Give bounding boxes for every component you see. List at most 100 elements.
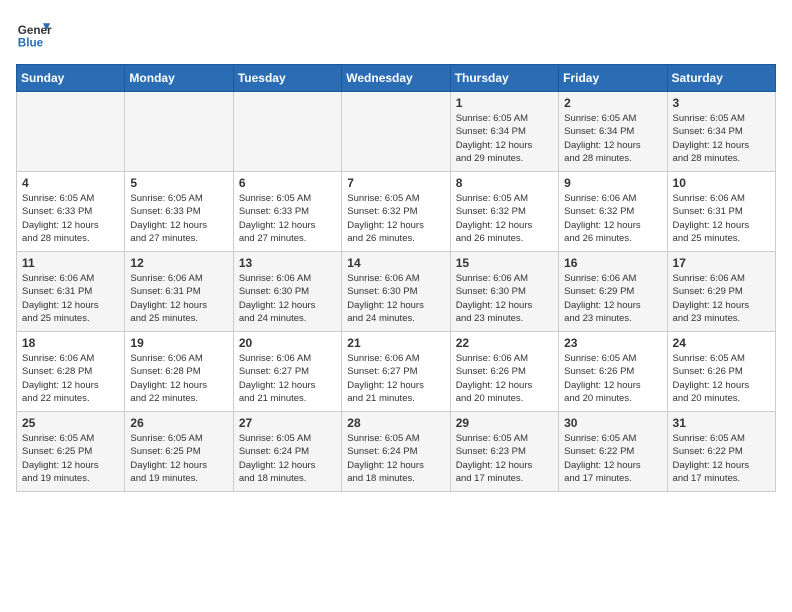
- day-info: Sunrise: 6:06 AM Sunset: 6:28 PM Dayligh…: [22, 352, 119, 405]
- column-header-thursday: Thursday: [450, 65, 558, 92]
- calendar-cell: 21 Sunrise: 6:06 AM Sunset: 6:27 PM Dayli…: [342, 332, 450, 412]
- day-info: Sunrise: 6:05 AM Sunset: 6:23 PM Dayligh…: [456, 432, 553, 485]
- day-info: Sunrise: 6:06 AM Sunset: 6:31 PM Dayligh…: [22, 272, 119, 325]
- day-number: 19: [130, 336, 227, 350]
- calendar-cell: [342, 92, 450, 172]
- calendar-header-row: SundayMondayTuesdayWednesdayThursdayFrid…: [17, 65, 776, 92]
- day-info: Sunrise: 6:05 AM Sunset: 6:33 PM Dayligh…: [22, 192, 119, 245]
- calendar-cell: 25 Sunrise: 6:05 AM Sunset: 6:25 PM Dayli…: [17, 412, 125, 492]
- day-number: 21: [347, 336, 444, 350]
- column-header-saturday: Saturday: [667, 65, 775, 92]
- calendar-cell: 3Sunrise: 6:05 AM Sunset: 6:34 PM Daylig…: [667, 92, 775, 172]
- day-info: Sunrise: 6:06 AM Sunset: 6:27 PM Dayligh…: [347, 352, 444, 405]
- calendar-cell: 22 Sunrise: 6:06 AM Sunset: 6:26 PM Dayli…: [450, 332, 558, 412]
- day-info: Sunrise: 6:05 AM Sunset: 6:25 PM Dayligh…: [22, 432, 119, 485]
- day-number: 2: [564, 96, 661, 110]
- calendar-cell: 24Sunrise: 6:05 AM Sunset: 6:26 PM Dayli…: [667, 332, 775, 412]
- calendar-cell: [233, 92, 341, 172]
- day-info: Sunrise: 6:05 AM Sunset: 6:34 PM Dayligh…: [564, 112, 661, 165]
- day-info: Sunrise: 6:05 AM Sunset: 6:33 PM Dayligh…: [130, 192, 227, 245]
- day-number: 18: [22, 336, 119, 350]
- day-info: Sunrise: 6:06 AM Sunset: 6:26 PM Dayligh…: [456, 352, 553, 405]
- calendar-cell: 28 Sunrise: 6:05 AM Sunset: 6:24 PM Dayli…: [342, 412, 450, 492]
- day-info: Sunrise: 6:05 AM Sunset: 6:25 PM Dayligh…: [130, 432, 227, 485]
- day-info: Sunrise: 6:05 AM Sunset: 6:26 PM Dayligh…: [673, 352, 770, 405]
- calendar-cell: 16 Sunrise: 6:06 AM Sunset: 6:29 PM Dayli…: [559, 252, 667, 332]
- column-header-friday: Friday: [559, 65, 667, 92]
- day-number: 9: [564, 176, 661, 190]
- day-number: 14: [347, 256, 444, 270]
- calendar-cell: 27Sunrise: 6:05 AM Sunset: 6:24 PM Dayli…: [233, 412, 341, 492]
- calendar-cell: [17, 92, 125, 172]
- day-info: Sunrise: 6:06 AM Sunset: 6:29 PM Dayligh…: [564, 272, 661, 325]
- calendar-cell: 15 Sunrise: 6:06 AM Sunset: 6:30 PM Dayli…: [450, 252, 558, 332]
- logo-icon: General Blue: [16, 16, 52, 52]
- day-number: 28: [347, 416, 444, 430]
- day-number: 11: [22, 256, 119, 270]
- calendar-cell: 31 Sunrise: 6:05 AM Sunset: 6:22 PM Dayli…: [667, 412, 775, 492]
- page-header: General Blue: [16, 16, 776, 52]
- day-number: 16: [564, 256, 661, 270]
- day-number: 12: [130, 256, 227, 270]
- day-info: Sunrise: 6:06 AM Sunset: 6:27 PM Dayligh…: [239, 352, 336, 405]
- day-number: 13: [239, 256, 336, 270]
- day-number: 20: [239, 336, 336, 350]
- day-info: Sunrise: 6:05 AM Sunset: 6:32 PM Dayligh…: [456, 192, 553, 245]
- day-info: Sunrise: 6:06 AM Sunset: 6:32 PM Dayligh…: [564, 192, 661, 245]
- day-number: 23: [564, 336, 661, 350]
- calendar-cell: 10 Sunrise: 6:06 AM Sunset: 6:31 PM Dayli…: [667, 172, 775, 252]
- day-info: Sunrise: 6:06 AM Sunset: 6:30 PM Dayligh…: [239, 272, 336, 325]
- logo: General Blue: [16, 16, 52, 52]
- day-number: 1: [456, 96, 553, 110]
- calendar-cell: 29 Sunrise: 6:05 AM Sunset: 6:23 PM Dayli…: [450, 412, 558, 492]
- calendar-week-row: 25 Sunrise: 6:05 AM Sunset: 6:25 PM Dayli…: [17, 412, 776, 492]
- day-number: 8: [456, 176, 553, 190]
- column-header-wednesday: Wednesday: [342, 65, 450, 92]
- calendar-cell: 13 Sunrise: 6:06 AM Sunset: 6:30 PM Dayli…: [233, 252, 341, 332]
- column-header-monday: Monday: [125, 65, 233, 92]
- day-number: 4: [22, 176, 119, 190]
- day-info: Sunrise: 6:05 AM Sunset: 6:22 PM Dayligh…: [673, 432, 770, 485]
- calendar-cell: 7Sunrise: 6:05 AM Sunset: 6:32 PM Daylig…: [342, 172, 450, 252]
- calendar-cell: 11 Sunrise: 6:06 AM Sunset: 6:31 PM Dayli…: [17, 252, 125, 332]
- day-number: 25: [22, 416, 119, 430]
- calendar-cell: [125, 92, 233, 172]
- calendar-week-row: 11 Sunrise: 6:06 AM Sunset: 6:31 PM Dayli…: [17, 252, 776, 332]
- day-info: Sunrise: 6:06 AM Sunset: 6:28 PM Dayligh…: [130, 352, 227, 405]
- calendar-cell: 9 Sunrise: 6:06 AM Sunset: 6:32 PM Daylig…: [559, 172, 667, 252]
- column-header-tuesday: Tuesday: [233, 65, 341, 92]
- day-number: 31: [673, 416, 770, 430]
- calendar-cell: 19 Sunrise: 6:06 AM Sunset: 6:28 PM Dayli…: [125, 332, 233, 412]
- day-number: 6: [239, 176, 336, 190]
- calendar-week-row: 18 Sunrise: 6:06 AM Sunset: 6:28 PM Dayli…: [17, 332, 776, 412]
- day-info: Sunrise: 6:05 AM Sunset: 6:24 PM Dayligh…: [347, 432, 444, 485]
- calendar-cell: 17Sunrise: 6:06 AM Sunset: 6:29 PM Dayli…: [667, 252, 775, 332]
- day-number: 22: [456, 336, 553, 350]
- day-info: Sunrise: 6:06 AM Sunset: 6:30 PM Dayligh…: [347, 272, 444, 325]
- calendar-cell: 12 Sunrise: 6:06 AM Sunset: 6:31 PM Dayli…: [125, 252, 233, 332]
- day-info: Sunrise: 6:05 AM Sunset: 6:22 PM Dayligh…: [564, 432, 661, 485]
- day-info: Sunrise: 6:06 AM Sunset: 6:29 PM Dayligh…: [673, 272, 770, 325]
- day-info: Sunrise: 6:05 AM Sunset: 6:24 PM Dayligh…: [239, 432, 336, 485]
- day-info: Sunrise: 6:06 AM Sunset: 6:30 PM Dayligh…: [456, 272, 553, 325]
- day-number: 29: [456, 416, 553, 430]
- day-info: Sunrise: 6:05 AM Sunset: 6:26 PM Dayligh…: [564, 352, 661, 405]
- column-header-sunday: Sunday: [17, 65, 125, 92]
- day-info: Sunrise: 6:05 AM Sunset: 6:32 PM Dayligh…: [347, 192, 444, 245]
- day-info: Sunrise: 6:05 AM Sunset: 6:34 PM Dayligh…: [673, 112, 770, 165]
- day-number: 5: [130, 176, 227, 190]
- day-info: Sunrise: 6:06 AM Sunset: 6:31 PM Dayligh…: [130, 272, 227, 325]
- calendar-week-row: 4 Sunrise: 6:05 AM Sunset: 6:33 PM Daylig…: [17, 172, 776, 252]
- calendar-cell: 26Sunrise: 6:05 AM Sunset: 6:25 PM Dayli…: [125, 412, 233, 492]
- calendar-cell: 14 Sunrise: 6:06 AM Sunset: 6:30 PM Dayli…: [342, 252, 450, 332]
- calendar-cell: 6Sunrise: 6:05 AM Sunset: 6:33 PM Daylig…: [233, 172, 341, 252]
- day-info: Sunrise: 6:06 AM Sunset: 6:31 PM Dayligh…: [673, 192, 770, 245]
- day-number: 15: [456, 256, 553, 270]
- calendar-cell: 4 Sunrise: 6:05 AM Sunset: 6:33 PM Daylig…: [17, 172, 125, 252]
- day-number: 10: [673, 176, 770, 190]
- calendar-cell: 20 Sunrise: 6:06 AM Sunset: 6:27 PM Dayli…: [233, 332, 341, 412]
- calendar-cell: 8 Sunrise: 6:05 AM Sunset: 6:32 PM Daylig…: [450, 172, 558, 252]
- calendar-cell: 5 Sunrise: 6:05 AM Sunset: 6:33 PM Daylig…: [125, 172, 233, 252]
- svg-text:Blue: Blue: [18, 37, 44, 50]
- calendar-cell: 23 Sunrise: 6:05 AM Sunset: 6:26 PM Dayli…: [559, 332, 667, 412]
